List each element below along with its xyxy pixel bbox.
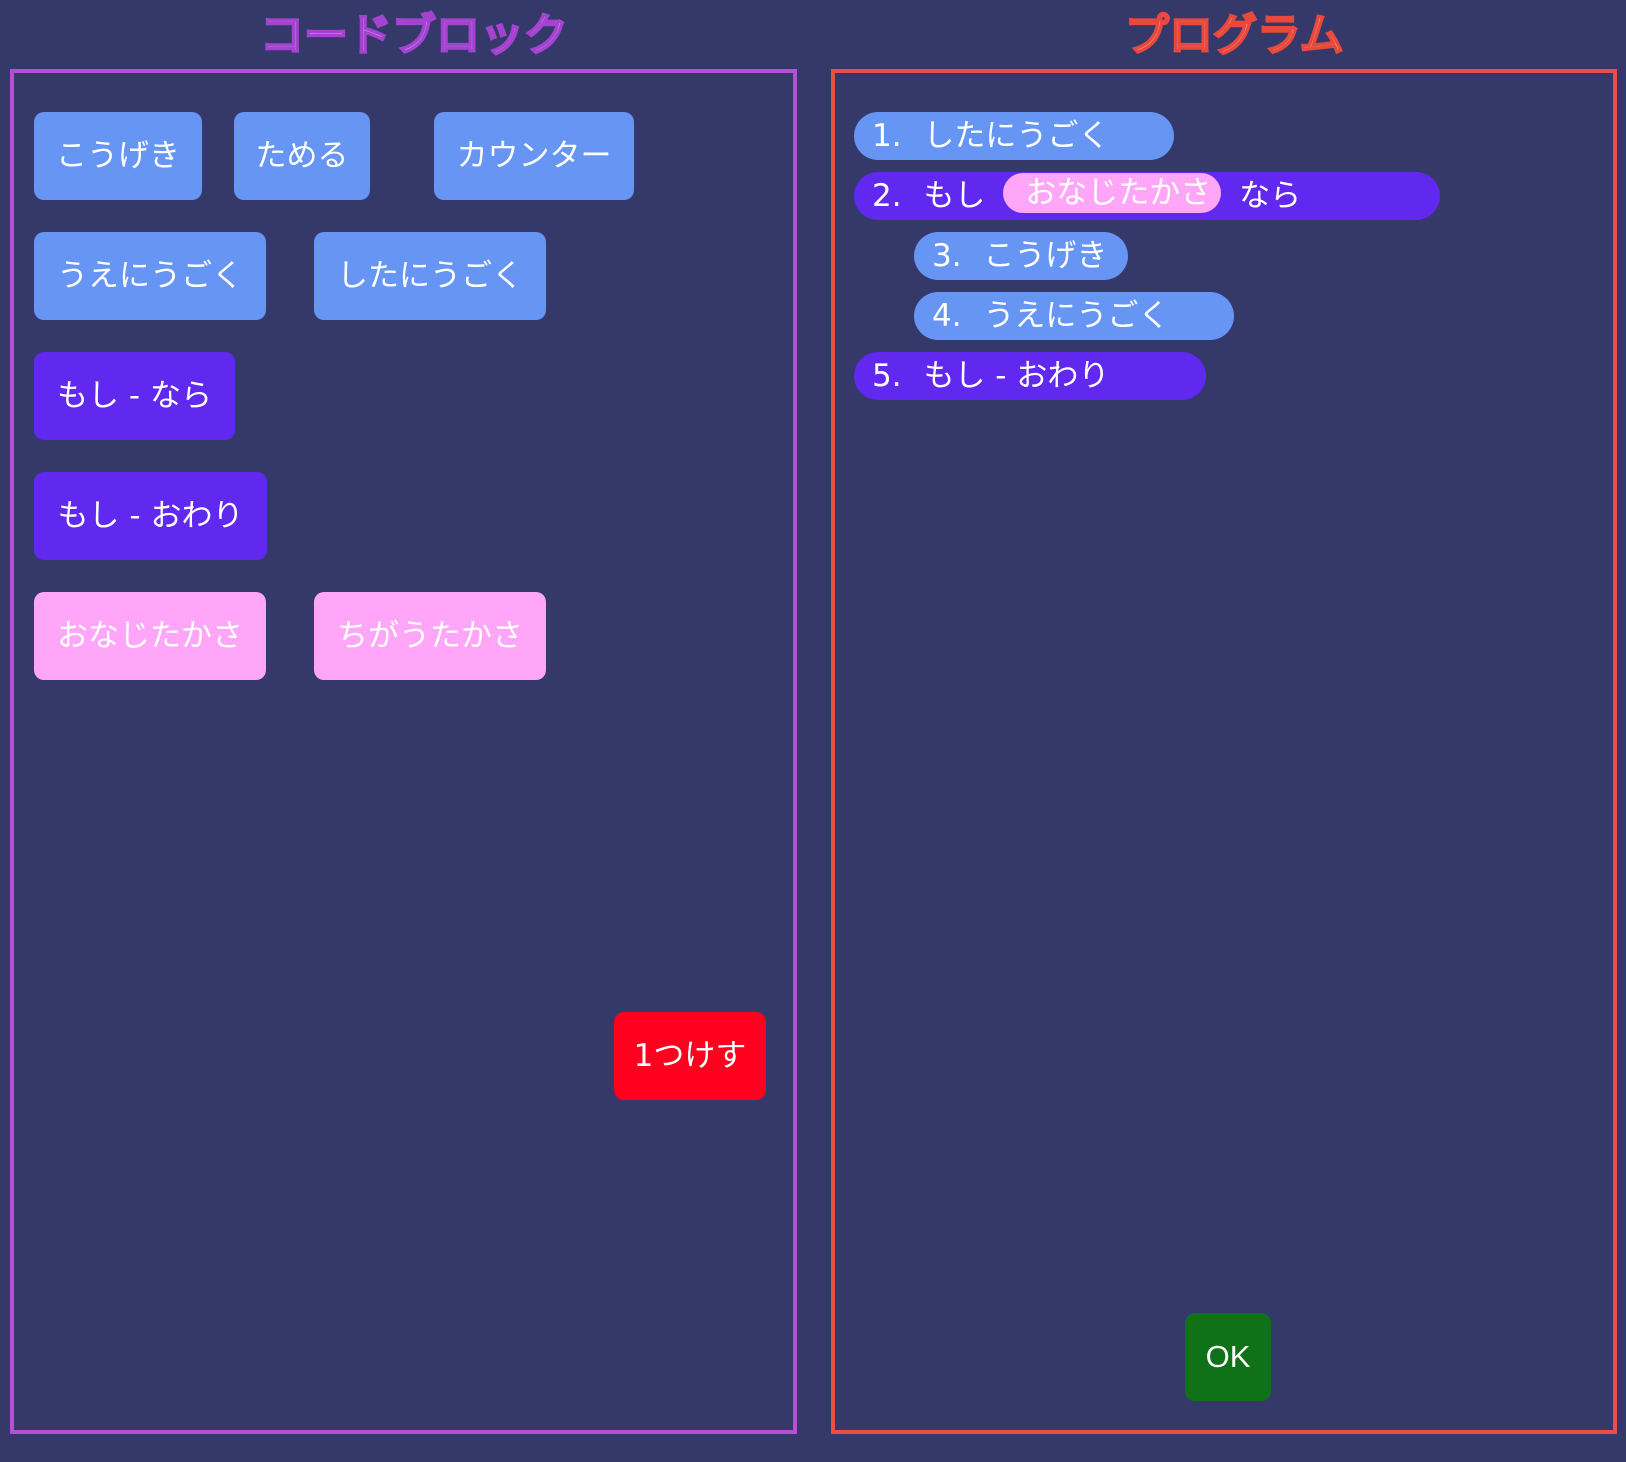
block-if-then[interactable]: もし - なら (34, 352, 235, 440)
block-counter[interactable]: カウンター (434, 112, 634, 200)
program-line[interactable]: 2. もし おなじたかさ なら (854, 172, 1440, 220)
block-if-end[interactable]: もし - おわり (34, 472, 267, 560)
delete-one-button[interactable]: 1つけす (614, 1012, 766, 1100)
line-text: したにうごく (923, 118, 1110, 154)
block-same-height[interactable]: おなじたかさ (34, 592, 266, 680)
line-text: うえにうごく (983, 298, 1170, 334)
block-different-height[interactable]: ちがうたかさ (314, 592, 546, 680)
program-title: プログラム (1124, 9, 1345, 62)
line-number: 2. (872, 178, 902, 214)
block-charge[interactable]: ためる (234, 112, 370, 200)
code-blocks-title: コードブロック (259, 9, 569, 62)
program-line[interactable]: 3. こうげき (914, 232, 1128, 280)
ok-button[interactable]: OK (1185, 1313, 1271, 1401)
line-if-suffix: なら (1239, 178, 1302, 214)
line-if-prefix: もし (923, 178, 986, 214)
line-text: こうげき (983, 238, 1108, 274)
condition-slot[interactable]: おなじたかさ (1003, 173, 1222, 213)
program-line[interactable]: 5. もし - おわり (854, 352, 1206, 400)
block-move-up[interactable]: うえにうごく (34, 232, 266, 320)
block-attack[interactable]: こうげき (34, 112, 202, 200)
line-number: 4. (932, 298, 962, 334)
line-number: 1. (872, 118, 902, 154)
line-text: もし - おわり (923, 358, 1110, 394)
line-number: 3. (932, 238, 962, 274)
line-number: 5. (872, 358, 902, 394)
program-line[interactable]: 4. うえにうごく (914, 292, 1234, 340)
program-line[interactable]: 1. したにうごく (854, 112, 1174, 160)
block-move-down[interactable]: したにうごく (314, 232, 546, 320)
